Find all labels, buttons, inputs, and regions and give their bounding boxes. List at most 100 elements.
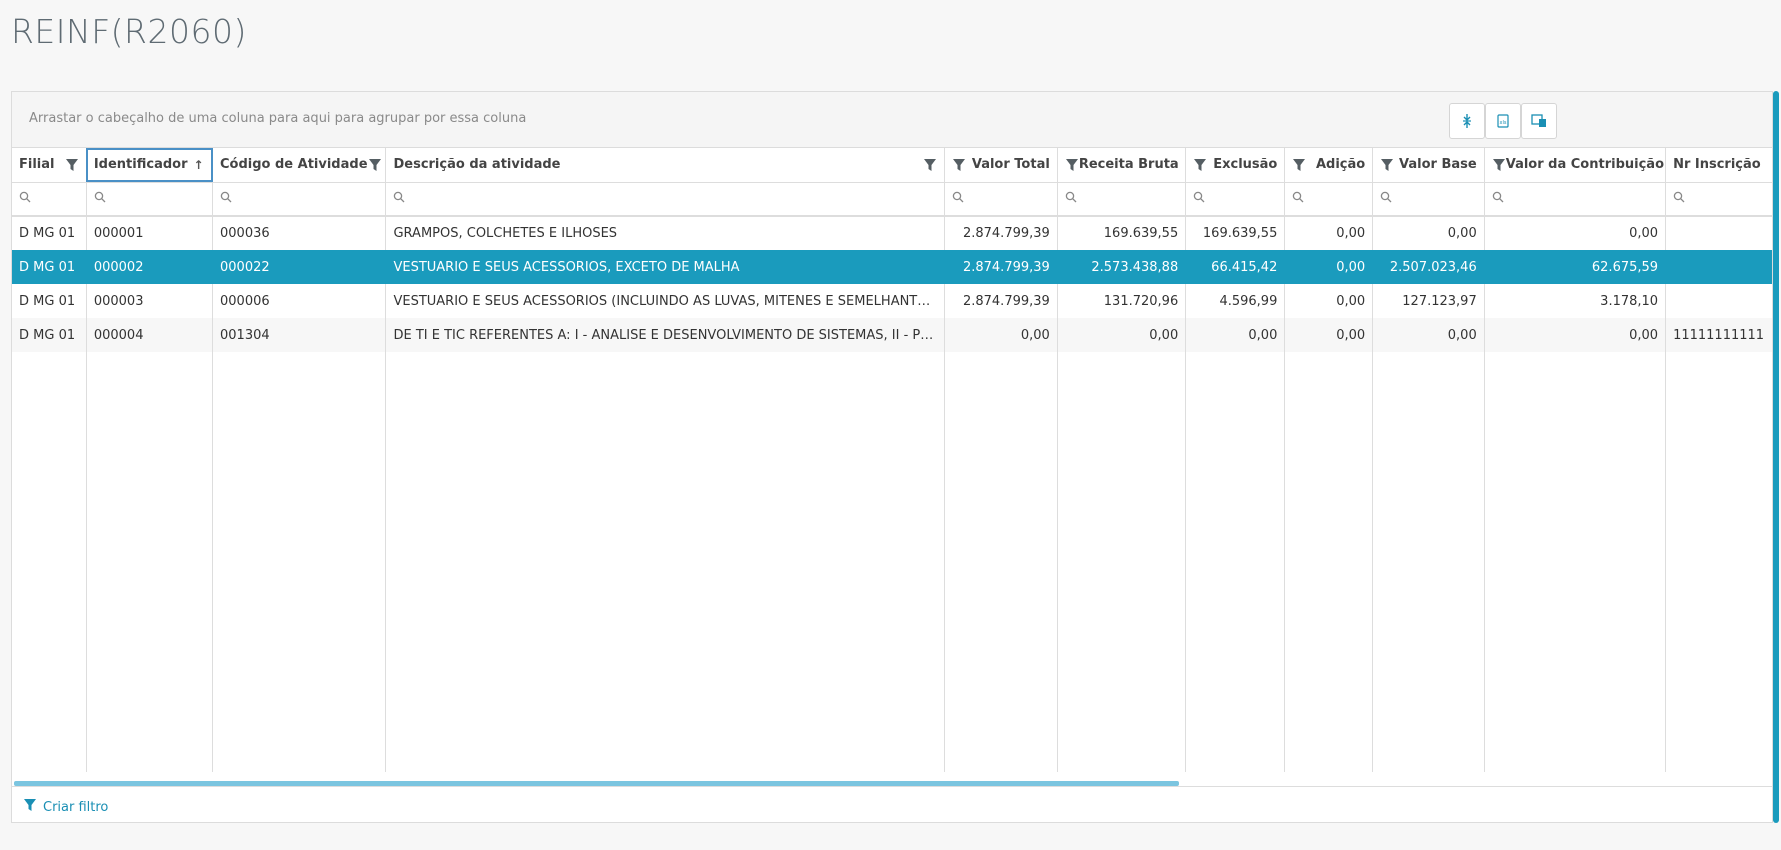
column-header[interactable]: Código de Atividade	[212, 148, 387, 183]
table-cell: 169.639,55	[1185, 216, 1286, 250]
search-icon	[1380, 191, 1392, 207]
table-cell	[1665, 250, 1772, 284]
column-header[interactable]: Receita Bruta	[1057, 148, 1187, 183]
filter-icon[interactable]	[65, 158, 79, 172]
table-row[interactable]: D MG 01 000001 000036 GRAMPOS, COLCHETES E …	[12, 216, 1772, 250]
vertical-scrollbar[interactable]	[1773, 91, 1779, 823]
empty-cell	[1284, 352, 1374, 772]
column-filter-cell	[1057, 182, 1187, 217]
table-row[interactable]: D MG 01 000004 001304 DE TI E TIC REFERENTE…	[12, 318, 1772, 352]
table-cell: D MG 01	[12, 216, 87, 250]
column-header[interactable]: Exclusão	[1185, 148, 1286, 183]
column-filter-cell	[12, 182, 87, 217]
table-cell	[1665, 216, 1772, 250]
column-filter-input[interactable]	[1689, 190, 1772, 208]
filter-icon[interactable]	[1380, 158, 1394, 172]
column-filter-cell	[1372, 182, 1485, 217]
empty-cell	[12, 352, 87, 772]
empty-cell	[1484, 352, 1667, 772]
group-hint: Arrastar o cabeçalho de uma coluna para …	[29, 111, 527, 126]
table-cell: 3.178,10	[1484, 284, 1667, 318]
column-header[interactable]: Filial	[12, 148, 87, 183]
column-header[interactable]: Descrição da atividade	[385, 148, 946, 183]
table-cell: 2.874.799,39	[944, 216, 1058, 250]
column-filter-input[interactable]	[236, 190, 375, 208]
filter-icon[interactable]	[952, 158, 966, 172]
filter-icon[interactable]	[368, 158, 382, 172]
empty-area	[12, 352, 1772, 772]
column-filter-cell	[1484, 182, 1667, 217]
column-filter-cell	[1284, 182, 1374, 217]
table-cell: 66.415,42	[1185, 250, 1286, 284]
table-cell: 62.675,59	[1484, 250, 1667, 284]
filter-icon[interactable]	[1193, 158, 1207, 172]
table-cell: 0,00	[1484, 318, 1667, 352]
column-filter-input[interactable]	[35, 190, 75, 208]
column-filter-cell	[86, 182, 214, 217]
table-cell: D MG 01	[12, 318, 87, 352]
filter-icon[interactable]	[1292, 158, 1306, 172]
table-cell: 0,00	[1484, 216, 1667, 250]
filter-icon	[23, 798, 37, 816]
search-icon	[94, 191, 106, 207]
create-filter-button[interactable]: Criar filtro	[23, 798, 108, 816]
table-cell: 2.874.799,39	[944, 284, 1058, 318]
table-cell: 0,00	[1185, 318, 1286, 352]
column-header-label: Receita Bruta	[1078, 157, 1179, 173]
column-header-label: Valor da Contribuição	[1505, 157, 1665, 173]
filter-icon[interactable]	[1065, 158, 1079, 172]
table-cell: 2.573.438,88	[1057, 250, 1187, 284]
table-cell: 000003	[86, 284, 214, 318]
column-header-label: Adição	[1315, 157, 1366, 173]
column-filter-cell	[212, 182, 387, 217]
filter-icon[interactable]	[923, 158, 937, 172]
create-filter-label: Criar filtro	[43, 799, 109, 815]
column-header[interactable]: Identificador ↑	[86, 148, 214, 183]
empty-cell	[1665, 352, 1772, 772]
export-excel-button[interactable]: xls	[1485, 103, 1521, 139]
table-cell: 0,00	[1284, 250, 1374, 284]
export-pdf-icon	[1530, 113, 1548, 129]
column-filter-input[interactable]	[109, 190, 201, 208]
column-chooser-icon	[1461, 113, 1473, 129]
table-row[interactable]: D MG 01 000003 000006 VESTUARIO E SEUS ACES…	[12, 284, 1772, 318]
group-panel[interactable]: Arrastar o cabeçalho de uma coluna para …	[12, 92, 1772, 148]
empty-cell	[1372, 352, 1485, 772]
column-header[interactable]: Nr Inscrição	[1665, 148, 1772, 183]
column-chooser-button[interactable]	[1449, 103, 1485, 139]
column-header-label: Exclusão	[1213, 157, 1278, 173]
column-header[interactable]: Valor da Contribuição	[1484, 148, 1667, 183]
table-row[interactable]: D MG 01 000002 000022 VESTUARIO E SEUS ACES…	[12, 250, 1772, 284]
column-filter-cell	[1185, 182, 1286, 217]
search-icon	[19, 191, 31, 207]
column-filter-cell	[944, 182, 1058, 217]
table-cell: DE TI E TIC REFERENTES A: I - ANALISE E …	[385, 318, 946, 352]
column-filter-input[interactable]	[1396, 190, 1473, 208]
table-cell: 4.596,99	[1185, 284, 1286, 318]
table-cell: 001304	[212, 318, 387, 352]
search-icon	[1065, 191, 1077, 207]
column-filter-input[interactable]	[1308, 190, 1362, 208]
column-filter-input[interactable]	[968, 190, 1046, 208]
export-pdf-button[interactable]	[1521, 103, 1557, 139]
table-cell: 0,00	[1284, 216, 1374, 250]
table-cell: 000001	[86, 216, 214, 250]
column-header[interactable]: Valor Base	[1372, 148, 1485, 183]
empty-cell	[385, 352, 946, 772]
table-cell: 000006	[212, 284, 387, 318]
column-filter-input[interactable]	[1507, 190, 1655, 208]
search-icon	[393, 191, 405, 207]
column-header-label: Descrição da atividade	[393, 157, 561, 173]
table-cell: 127.123,97	[1372, 284, 1485, 318]
empty-cell	[86, 352, 214, 772]
filter-icon[interactable]	[1492, 158, 1506, 172]
column-header[interactable]: Adição	[1284, 148, 1374, 183]
table-cell: 169.639,55	[1057, 216, 1187, 250]
column-header-label: Filial	[19, 157, 55, 173]
column-header[interactable]: Valor Total	[944, 148, 1058, 183]
column-filter-input[interactable]	[1080, 190, 1175, 208]
table-cell: 11111111111	[1665, 318, 1772, 352]
column-filter-input[interactable]	[1209, 190, 1274, 208]
sort-ascending-icon: ↑	[193, 157, 204, 172]
column-filter-input[interactable]	[409, 190, 934, 208]
